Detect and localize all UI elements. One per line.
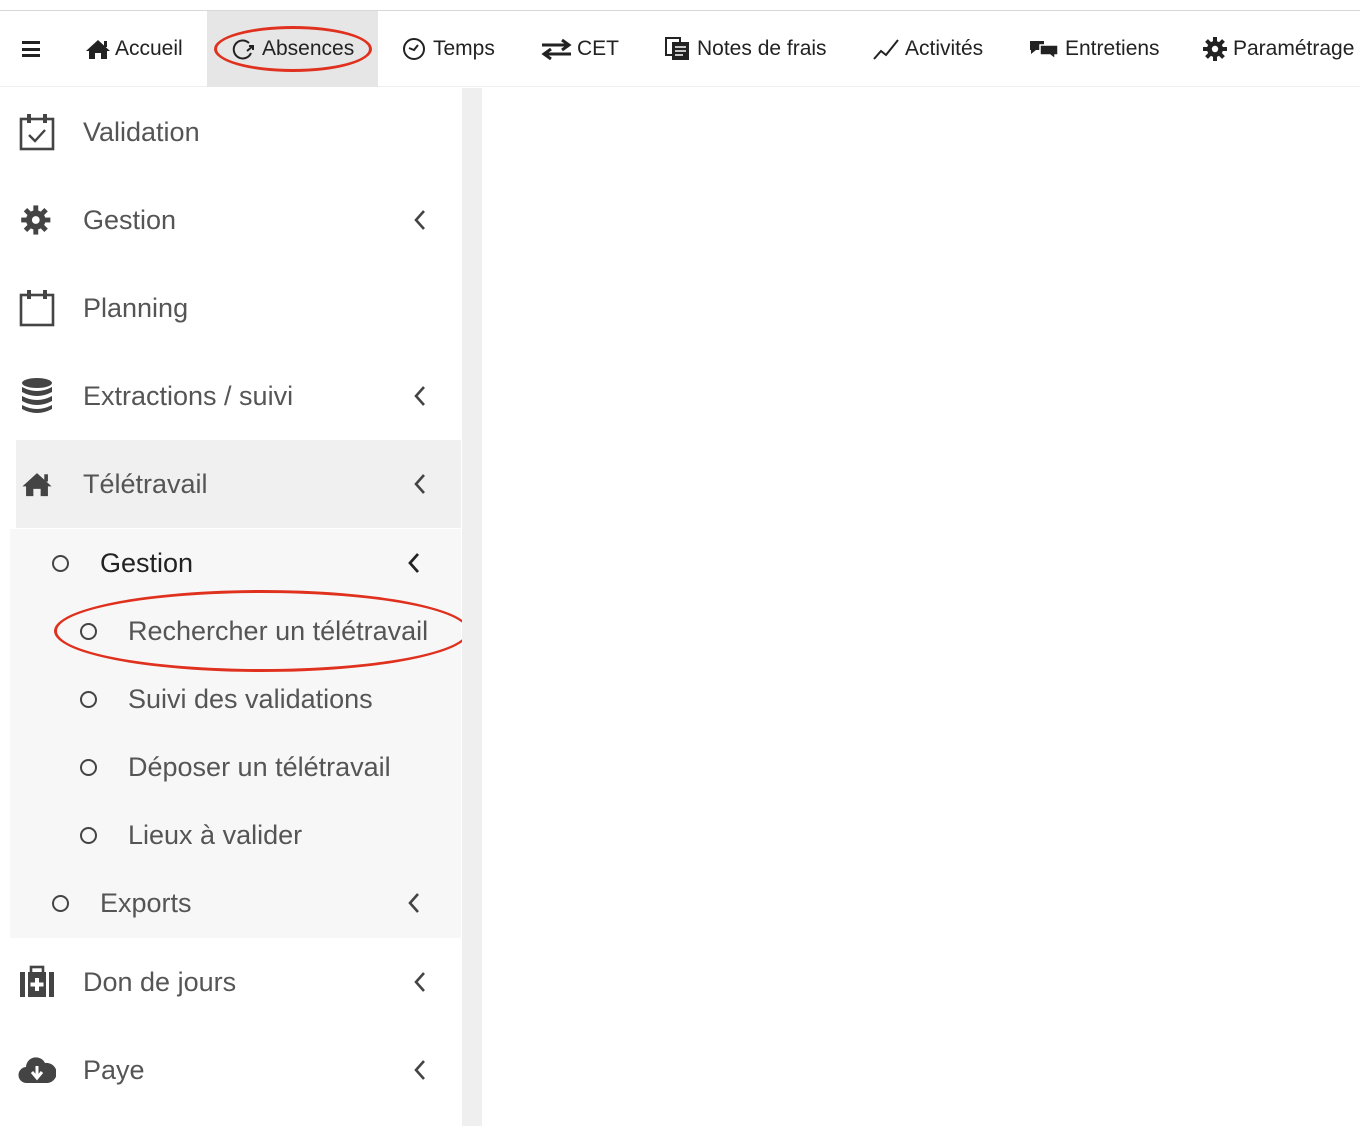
chevron-left-icon [412, 1058, 428, 1082]
sidebar-item-label: Validation [83, 116, 200, 147]
sidebar-item-gestion[interactable]: Gestion [0, 176, 462, 264]
gear-icon [1203, 37, 1227, 61]
submenu-item-gestion[interactable]: Gestion [10, 533, 461, 593]
sidebar-item-label: Extractions / suivi [83, 380, 294, 411]
nav-notes-de-frais-label: Notes de frais [697, 37, 827, 60]
sidebar-item-label: Don de jours [83, 966, 237, 997]
chevron-left-icon [412, 384, 428, 408]
submenu-item-lieux-a-valider[interactable]: Lieux à valider [10, 805, 461, 865]
nav-parametrage[interactable]: Paramétrage [1202, 11, 1354, 87]
nav-temps[interactable]: Temps [402, 11, 495, 87]
hamburger-icon[interactable] [22, 41, 40, 57]
chevron-left-icon [406, 891, 422, 915]
line-chart-icon [873, 39, 899, 60]
submenu-item-suivi-validations[interactable]: Suivi des validations [10, 669, 461, 729]
sidebar-item-label: Gestion [83, 204, 177, 235]
sidebar-item-don-de-jours[interactable]: Don de jours [0, 938, 462, 1026]
circle-bullet-icon [52, 894, 69, 912]
circle-bullet-icon [80, 826, 97, 844]
top-navigation: Accueil Absences Temps CET Notes de frai… [0, 11, 1360, 87]
medkit-icon [18, 963, 56, 1001]
submenu-item-label: Gestion [100, 547, 194, 578]
nav-cet-label: CET [577, 37, 619, 60]
calendar-check-icon [18, 113, 56, 151]
chevron-left-icon [406, 551, 422, 575]
submenu-item-deposer-teletravail[interactable]: Déposer un télétravail [10, 737, 461, 797]
nav-entretiens[interactable]: Entretiens [1028, 11, 1160, 87]
circle-bullet-icon [80, 622, 97, 640]
nav-cet[interactable]: CET [540, 11, 619, 87]
chevron-left-icon [412, 472, 428, 496]
circle-bullet-icon [80, 758, 97, 776]
home-icon [18, 465, 56, 503]
sidebar-item-label: Télétravail [83, 468, 208, 499]
sidebar-item-planning[interactable]: Planning [0, 264, 462, 352]
document-icon [665, 37, 689, 60]
sidebar-item-label: Paye [83, 1054, 145, 1085]
submenu-item-label: Lieux à valider [128, 819, 303, 850]
submenu-item-rechercher-teletravail[interactable]: Rechercher un télétravail [10, 601, 461, 661]
nav-absences-label: Absences [262, 37, 355, 60]
submenu-item-label: Exports [100, 887, 192, 918]
circle-bullet-icon [52, 554, 69, 572]
home-icon [86, 40, 110, 59]
sidebar-item-extractions-suivi[interactable]: Extractions / suivi [0, 352, 462, 440]
chevron-left-icon [412, 208, 428, 232]
submenu-item-exports[interactable]: Exports [10, 873, 461, 933]
cloud-download-icon [18, 1051, 56, 1089]
submenu-item-label: Rechercher un télétravail [128, 615, 429, 646]
nav-parametrage-label: Paramétrage [1233, 37, 1355, 60]
nav-accueil-label: Accueil [115, 37, 183, 60]
chevron-left-icon [412, 970, 428, 994]
sidebar-item-paye[interactable]: Paye [0, 1026, 462, 1114]
nav-entretiens-label: Entretiens [1065, 37, 1160, 60]
nav-activites-label: Activités [905, 37, 984, 60]
nav-activites[interactable]: Activités [872, 11, 983, 87]
sidebar-item-validation[interactable]: Validation [0, 88, 462, 176]
nav-temps-label: Temps [433, 37, 495, 60]
conversation-icon [1030, 41, 1059, 61]
sidebar-item-teletravail[interactable]: Télétravail [16, 440, 461, 528]
clock-arrow-icon [232, 39, 254, 60]
nav-notes-de-frais[interactable]: Notes de frais [664, 11, 827, 87]
sidebar-item-label: Planning [83, 292, 189, 323]
teletravail-submenu: Gestion Rechercher un télétravail Suivi … [10, 529, 461, 938]
calendar-icon [18, 289, 56, 327]
submenu-item-label: Suivi des validations [128, 683, 373, 714]
main-content-area [482, 88, 1360, 1126]
sidebar-scroll-divider [462, 88, 482, 1126]
submenu-item-label: Déposer un télétravail [128, 751, 391, 782]
clock-icon [403, 38, 425, 60]
circle-bullet-icon [80, 690, 97, 708]
exchange-arrows-icon [541, 38, 572, 60]
nav-absences[interactable]: Absences [207, 11, 378, 87]
gear-icon [18, 201, 56, 239]
nav-accueil[interactable]: Accueil [84, 11, 183, 87]
database-icon [18, 377, 56, 415]
